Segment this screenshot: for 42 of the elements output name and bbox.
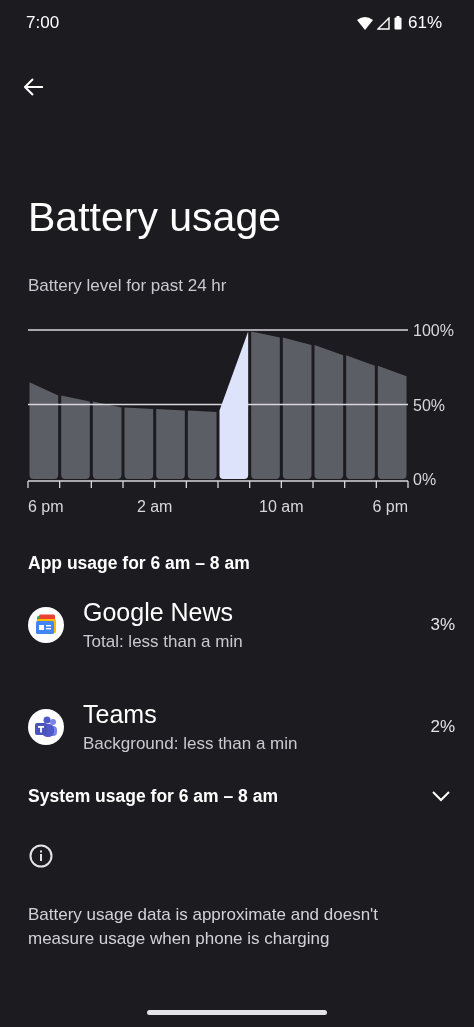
app-usage-detail: Total: less than a min: [83, 631, 244, 653]
y-axis-label: 50%: [413, 396, 446, 414]
signal-icon: [376, 16, 390, 30]
battery-percent: 61%: [407, 13, 442, 33]
info-icon: [29, 844, 53, 868]
x-axis-label: 6 pm: [28, 498, 64, 515]
chart-bar[interactable]: [29, 382, 59, 479]
app-icon: [28, 607, 64, 643]
app-percent: 3%: [430, 615, 455, 635]
disclaimer-text: Battery usage data is approximate and doesn't measure usage when phone is charging: [28, 904, 380, 950]
chart-bar[interactable]: [124, 407, 154, 479]
app-percent: 2%: [430, 717, 455, 737]
back-icon[interactable]: [24, 78, 44, 96]
app-name: Google News: [83, 597, 235, 628]
chart-bar[interactable]: [346, 355, 375, 479]
battery-icon: [393, 16, 402, 30]
x-axis-label: 6 pm: [372, 498, 408, 515]
system-usage-row[interactable]: System usage for 6 am – 8 am: [0, 784, 474, 808]
app-row[interactable]: Teams Background: less than a min 2%: [0, 676, 474, 778]
chart-bar[interactable]: [282, 337, 312, 479]
status-time: 7:00: [26, 13, 60, 33]
page-title: Battery usage: [28, 193, 282, 241]
section-heading: App usage for 6 am – 8 am: [28, 552, 251, 574]
y-axis-label: 0%: [413, 471, 437, 488]
x-axis-label: 10 am: [259, 498, 304, 515]
app-icon: [28, 709, 64, 745]
chart-bar[interactable]: [314, 344, 344, 479]
chart-bar[interactable]: [156, 408, 185, 479]
app-row[interactable]: Google News Total: less than a min 3%: [0, 574, 474, 676]
app-name: Teams: [83, 699, 158, 730]
x-axis-label: 2 am: [136, 498, 173, 515]
y-axis-label: 100%: [413, 322, 454, 339]
chart-subtitle: Battery level for past 24 hr: [28, 275, 228, 297]
wifi-icon: [356, 16, 373, 30]
app-usage-detail: Background: less than a min: [83, 733, 299, 755]
chart-bar[interactable]: [61, 395, 90, 479]
chevron-icon[interactable]: [432, 790, 450, 802]
section-heading: System usage for 6 am – 8 am: [28, 785, 278, 807]
chart-bar[interactable]: [251, 331, 280, 479]
chart-bar[interactable]: [92, 401, 122, 479]
selected-period-highlight[interactable]: [219, 331, 249, 479]
chart-bar[interactable]: [377, 365, 407, 479]
